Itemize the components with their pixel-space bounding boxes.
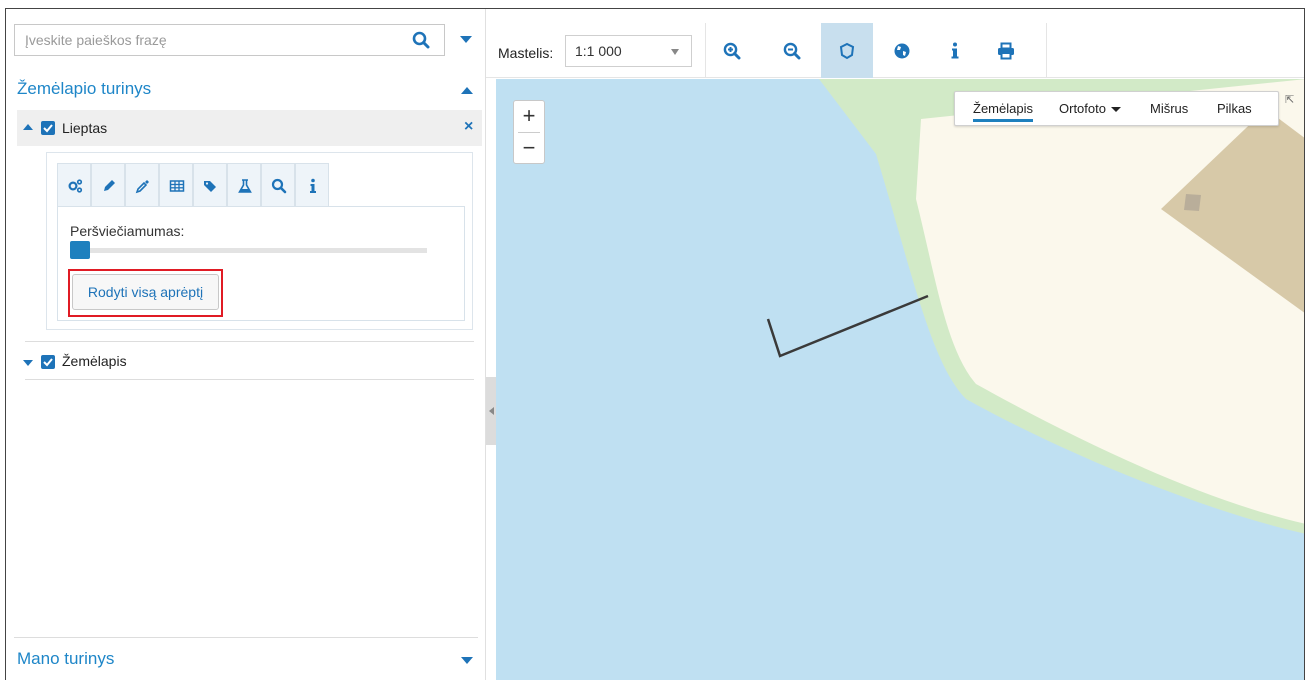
print-button[interactable]: [980, 23, 1032, 78]
map-toolbar: Mastelis: 1:1 000: [486, 23, 1304, 78]
basemap-ortofoto[interactable]: Ortofoto: [1059, 101, 1121, 116]
tab-labels[interactable]: [193, 163, 227, 206]
zoom-out-icon: [783, 42, 801, 60]
divider: [25, 379, 474, 380]
zoom-in-button[interactable]: [706, 23, 758, 78]
tab-style[interactable]: [125, 163, 159, 206]
tab-edit[interactable]: [91, 163, 125, 206]
search-options-chevron-down-icon[interactable]: [460, 36, 472, 43]
tab-filter[interactable]: [227, 163, 261, 206]
search-icon: [271, 178, 287, 194]
chevron-down-icon: [1110, 107, 1121, 113]
check-icon: [43, 124, 53, 133]
globe-icon: [894, 43, 910, 59]
info-button[interactable]: [929, 23, 981, 78]
layer-label-lieptas: Lieptas: [62, 120, 108, 136]
table-icon: [169, 180, 185, 192]
map-content-title[interactable]: Žemėlapio turinys: [17, 79, 151, 99]
opacity-slider-track[interactable]: [70, 248, 427, 253]
search-box: [14, 24, 445, 56]
layer-checkbox-zemelapis[interactable]: [41, 355, 55, 369]
layer-label-zemelapis: Žemėlapis: [62, 353, 127, 369]
pencil-icon: [104, 180, 115, 191]
zoom-out-button[interactable]: [766, 23, 818, 78]
layer-row-zemelapis[interactable]: Žemėlapis: [17, 343, 482, 379]
divider: [25, 341, 474, 342]
search-icon[interactable]: [412, 31, 430, 49]
toolbar-divider: [1046, 23, 1047, 78]
polygon-select-button[interactable]: [821, 23, 873, 78]
chevron-down-icon[interactable]: [461, 657, 473, 664]
scale-value: 1:1 000: [575, 43, 622, 59]
sidebar: Žemėlapio turinys Lieptas ×: [6, 9, 486, 680]
check-icon: [43, 358, 53, 367]
polygon-select-icon: [839, 42, 855, 60]
chevron-down-icon: [671, 49, 679, 55]
map-features: [766, 79, 1304, 534]
basemap-pilkas[interactable]: Pilkas: [1217, 101, 1252, 116]
tab-search[interactable]: [261, 163, 295, 206]
building: [1184, 194, 1201, 211]
tab-table[interactable]: [159, 163, 193, 206]
tab-panel-settings: Peršviečiamumas: Rodyti visą aprėptį: [57, 206, 465, 321]
zoom-in-icon: [723, 42, 741, 60]
expand-layer-icon[interactable]: [23, 360, 33, 366]
opacity-slider-handle[interactable]: [70, 241, 90, 259]
basemap-ortofoto-label: Ortofoto: [1059, 101, 1106, 116]
layer-row-lieptas[interactable]: Lieptas ×: [17, 110, 482, 146]
search-input[interactable]: [15, 25, 395, 55]
pier-line[interactable]: [766, 294, 929, 358]
collapse-layer-icon[interactable]: [23, 124, 33, 130]
app-frame: Žemėlapio turinys Lieptas ×: [5, 8, 1305, 680]
divider: [14, 637, 478, 638]
basemap-zemelapis[interactable]: Žemėlapis: [973, 101, 1033, 122]
print-icon: [998, 42, 1014, 60]
flask-icon: [238, 179, 252, 193]
opacity-label: Peršviečiamumas:: [70, 223, 185, 239]
dropper-icon: [135, 180, 149, 194]
map-zoom-in-button[interactable]: +: [514, 101, 544, 132]
basemap-switcher: Žemėlapis Ortofoto Mišrus Pilkas: [954, 91, 1279, 126]
scale-select[interactable]: 1:1 000: [565, 35, 692, 67]
info-icon: [951, 42, 959, 59]
settings-icon: [68, 179, 83, 193]
collapse-basemap-icon[interactable]: ⇱: [1285, 93, 1294, 106]
layer-checkbox-lieptas[interactable]: [41, 121, 55, 135]
map-zoom-control: + −: [513, 100, 545, 164]
tab-info[interactable]: [295, 163, 329, 206]
info-icon: [310, 178, 316, 193]
close-icon[interactable]: ×: [464, 118, 473, 136]
basemap-misrus[interactable]: Mišrus: [1150, 101, 1188, 116]
tab-settings[interactable]: [57, 163, 91, 206]
map-canvas[interactable]: + − Žemėlapis Ortofoto Mišrus Pilkas ⇱: [496, 79, 1304, 680]
tags-icon: [204, 181, 216, 192]
map-zoom-out-button[interactable]: −: [514, 133, 544, 164]
scale-label: Mastelis:: [498, 45, 554, 61]
chevron-up-icon[interactable]: [461, 87, 473, 94]
globe-button[interactable]: [876, 23, 928, 78]
show-full-extent-button[interactable]: Rodyti visą aprėptį: [72, 274, 219, 310]
my-content-title[interactable]: Mano turinys: [17, 649, 114, 669]
layer-detail-panel: Peršviečiamumas: Rodyti visą aprėptį: [46, 152, 473, 330]
collapse-left-icon[interactable]: [489, 407, 494, 415]
